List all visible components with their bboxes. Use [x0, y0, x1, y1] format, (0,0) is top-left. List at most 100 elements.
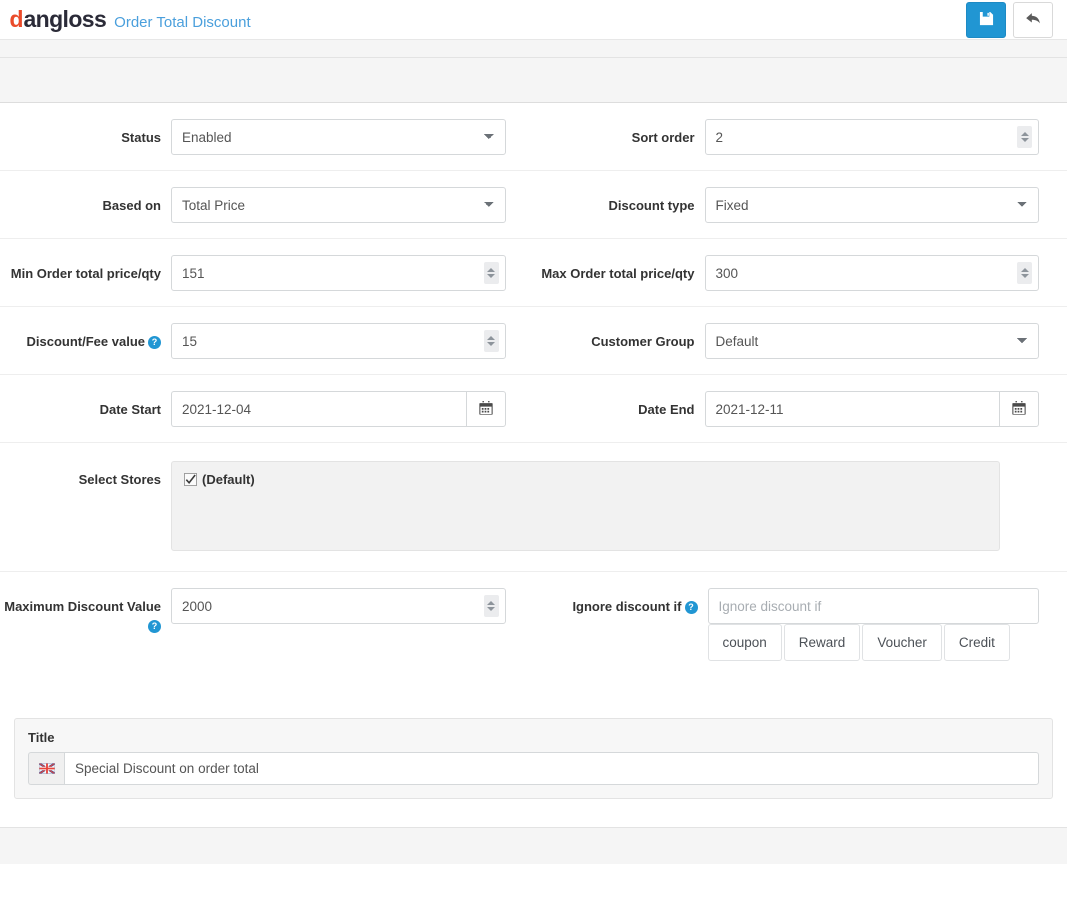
label-discount-type: Discount type: [534, 187, 705, 215]
page-footer: [0, 827, 1067, 864]
stepper-down-icon[interactable]: [487, 342, 495, 346]
stepper-up-icon[interactable]: [487, 601, 495, 605]
max-order-input[interactable]: [705, 255, 1040, 291]
stepper-down-icon[interactable]: [1021, 274, 1029, 278]
field-group-date-start: Date Start: [0, 375, 534, 442]
stepper-up-icon[interactable]: [1021, 268, 1029, 272]
form-row-status: Status Enabled Sort order: [0, 103, 1067, 171]
control-sort-order: [705, 119, 1067, 155]
app-logo: bangloss: [10, 8, 106, 31]
label-customer-group: Customer Group: [534, 323, 705, 351]
maximum-discount-value-input[interactable]: [171, 588, 506, 624]
stepper-down-icon[interactable]: [1021, 138, 1029, 142]
min-order-input[interactable]: [171, 255, 506, 291]
status-select[interactable]: Enabled: [171, 119, 506, 155]
discount-form: Status Enabled Sort order Based on T: [0, 103, 1067, 827]
label-text: Ignore discount if: [572, 599, 681, 614]
form-row-max-discount-ignore: Maximum Discount Value? Ignore discount …: [0, 572, 1067, 704]
field-group-ignore-discount-if: Ignore discount if? coupon Reward Vouche…: [534, 572, 1067, 676]
label-title: Title: [28, 730, 1039, 745]
label-sort-order: Sort order: [534, 119, 705, 147]
title-input-group: [28, 752, 1039, 785]
discount-type-select[interactable]: Fixed: [705, 187, 1040, 223]
label-discount-fee-value: Discount/Fee value?: [0, 323, 171, 351]
label-date-start: Date Start: [0, 391, 171, 419]
top-header-bar: bangloss Order Total Discount: [0, 0, 1067, 40]
field-group-select-stores: Select Stores (Default): [0, 443, 1067, 571]
form-row-based-on: Based on Total Price Discount type Fixed: [0, 171, 1067, 239]
discount-fee-value-input[interactable]: [171, 323, 506, 359]
stepper-down-icon[interactable]: [487, 607, 495, 611]
tag-voucher-button[interactable]: Voucher: [862, 624, 942, 661]
store-list-box[interactable]: (Default): [171, 461, 1000, 551]
discount-fee-value-stepper[interactable]: [484, 330, 499, 352]
label-text: Discount/Fee value: [27, 334, 145, 349]
field-group-status: Status Enabled: [0, 103, 534, 170]
tag-credit-button[interactable]: Credit: [944, 624, 1010, 661]
control-date-end: [705, 391, 1067, 427]
control-ignore-discount-if: coupon Reward Voucher Credit: [708, 588, 1067, 661]
ignore-discount-if-input[interactable]: [708, 588, 1040, 624]
control-status: Enabled: [171, 119, 534, 155]
calendar-icon: [479, 401, 493, 418]
sort-order-stepper[interactable]: [1017, 126, 1032, 148]
field-group-sort-order: Sort order: [534, 103, 1067, 170]
control-based-on: Total Price: [171, 187, 534, 223]
back-arrow-icon: [1025, 11, 1042, 29]
maximum-discount-value-stepper[interactable]: [484, 595, 499, 617]
help-icon[interactable]: ?: [148, 336, 161, 349]
date-start-input[interactable]: [171, 391, 466, 427]
sort-order-input[interactable]: [705, 119, 1040, 155]
uk-flag-icon: [28, 752, 64, 785]
maximum-discount-value-wrap: [171, 588, 506, 624]
ignore-discount-tag-list: coupon Reward Voucher Credit: [708, 624, 1040, 661]
field-group-discount-fee-value: Discount/Fee value?: [0, 307, 534, 374]
label-date-end: Date End: [534, 391, 705, 419]
date-end-calendar-button[interactable]: [999, 391, 1039, 427]
field-group-customer-group: Customer Group Default: [534, 307, 1067, 374]
min-order-wrap: [171, 255, 506, 291]
field-group-discount-type: Discount type Fixed: [534, 171, 1067, 238]
sort-order-wrap: [705, 119, 1040, 155]
date-start-calendar-button[interactable]: [466, 391, 506, 427]
customer-group-select[interactable]: Default: [705, 323, 1040, 359]
discount-fee-value-wrap: [171, 323, 506, 359]
tab-bar-strip: [0, 58, 1067, 103]
stepper-up-icon[interactable]: [487, 268, 495, 272]
date-end-input[interactable]: [705, 391, 1000, 427]
save-button[interactable]: [966, 2, 1006, 38]
tag-coupon-button[interactable]: coupon: [708, 624, 782, 661]
label-maximum-discount-value: Maximum Discount Value?: [0, 588, 171, 635]
based-on-select[interactable]: Total Price: [171, 187, 506, 223]
form-bottom-spacer: [0, 799, 1067, 827]
help-icon[interactable]: ?: [685, 601, 698, 614]
header-actions: [966, 2, 1053, 38]
form-row-select-stores: Select Stores (Default): [0, 443, 1067, 572]
label-status: Status: [0, 119, 171, 147]
calendar-icon: [1012, 401, 1026, 418]
form-row-dates: Date Start Date End: [0, 375, 1067, 443]
store-checkbox[interactable]: [184, 473, 197, 486]
tag-row: coupon Reward: [708, 624, 863, 661]
tag-reward-button[interactable]: Reward: [784, 624, 861, 661]
control-select-stores: (Default): [171, 461, 1028, 551]
help-icon[interactable]: ?: [148, 620, 161, 633]
form-row-order-total-range: Min Order total price/qty Max Order tota…: [0, 239, 1067, 307]
control-date-start: [171, 391, 534, 427]
stepper-up-icon[interactable]: [1021, 132, 1029, 136]
title-input[interactable]: [64, 752, 1039, 785]
field-group-based-on: Based on Total Price: [0, 171, 534, 238]
stepper-up-icon[interactable]: [487, 336, 495, 340]
store-label: (Default): [202, 472, 255, 487]
back-button[interactable]: [1013, 2, 1053, 38]
max-order-wrap: [705, 255, 1040, 291]
min-order-stepper[interactable]: [484, 262, 499, 284]
control-discount-type: Fixed: [705, 187, 1067, 223]
store-list-item[interactable]: (Default): [184, 472, 987, 487]
max-order-stepper[interactable]: [1017, 262, 1032, 284]
page-title: Order Total Discount: [114, 14, 250, 31]
stepper-down-icon[interactable]: [487, 274, 495, 278]
control-customer-group: Default: [705, 323, 1067, 359]
label-based-on: Based on: [0, 187, 171, 215]
field-group-maximum-discount-value: Maximum Discount Value?: [0, 572, 534, 650]
